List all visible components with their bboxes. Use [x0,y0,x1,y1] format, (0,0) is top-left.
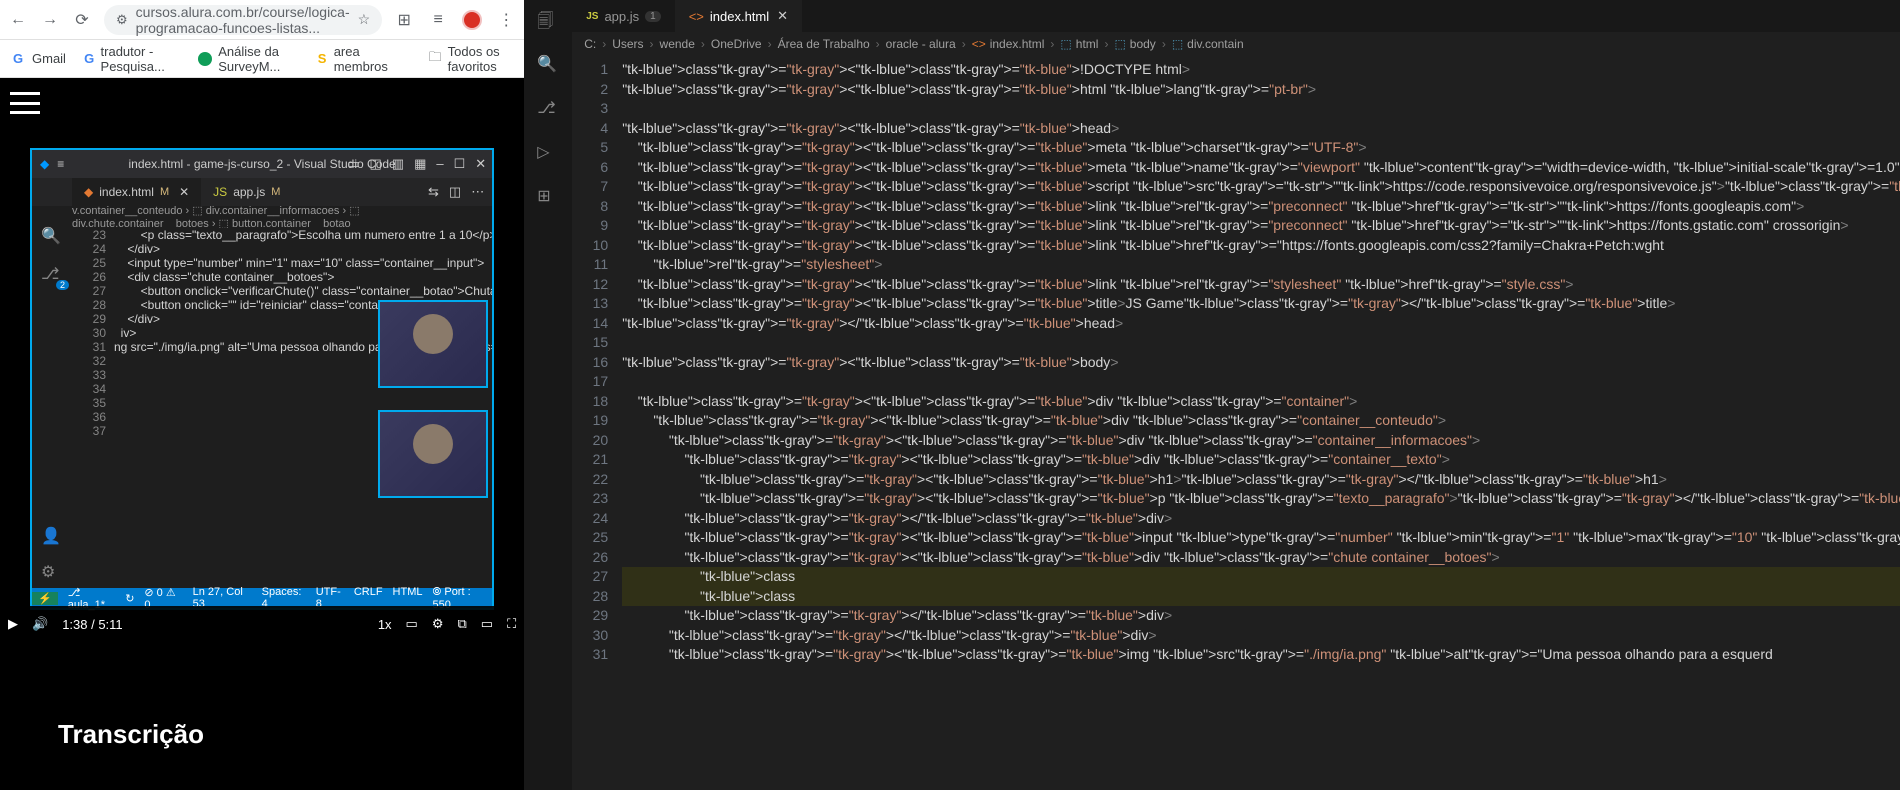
html-file-icon: <> [972,37,986,51]
extension-red-icon[interactable] [462,10,482,30]
layout-icon-3[interactable]: ▥ [392,156,404,172]
sync-icon[interactable]: ↻ [125,592,134,605]
page-content: ◆ ≡ index.html - game-js-curso_2 - Visua… [0,78,524,790]
code-content: "tk-lblue">class"tk-gray">="tk-gray"><"t… [622,56,1900,790]
layout-icon-4[interactable]: ▦ [414,156,426,172]
vscode-code-editor[interactable]: 1234567891011121314151617181920212223242… [572,56,1900,790]
html-file-icon: ◆ [84,185,93,199]
extensions-icon[interactable]: ⊞ [394,10,414,30]
line-gutter: 232425262728293031323334353637 [72,228,114,588]
pip-icon[interactable]: ⧉ [458,616,467,632]
folder-icon: 🗀 [429,51,442,67]
chrome-menu-icon[interactable]: ⋮ [496,10,516,30]
editor-tabs: ◆ index.html M ✕ JS app.js M ⇆ ◫ ⋯ [32,178,492,206]
bookmarks-bar: GGmail Gtradutor - Pesquisa... Análise d… [0,40,524,78]
video-controls: ▶ 🔊 1:38 / 5:11 1x ▭ ⚙ ⧉ ▭ ⛶ [0,606,524,642]
js-file-icon: JS [586,11,598,22]
close-tab-icon[interactable]: ✕ [777,8,788,24]
bookmark-analise[interactable]: Análise da SurveyM... [198,44,298,74]
forward-button[interactable]: → [40,10,60,30]
code-editor[interactable]: 232425262728293031323334353637 <p class=… [32,228,492,588]
address-bar[interactable]: ⚙ cursos.alura.com.br/course/logica-prog… [104,5,382,35]
captions-icon[interactable]: ▭ [406,616,418,632]
playback-speed[interactable]: 1x [378,617,392,632]
tab-index-html[interactable]: ◆ index.html M ✕ [72,178,201,206]
layout-icon-2[interactable]: ◫ [370,156,382,172]
vscode-breadcrumb[interactable]: C:› Users› wende› OneDrive› Área de Trab… [572,32,1900,56]
element-icon: ⬚ [1060,37,1071,51]
bookmark-gmail[interactable]: GGmail [10,51,66,67]
tab-badge: 1 [645,11,661,22]
chrome-window: ← → ⟳ ⚙ cursos.alura.com.br/course/logic… [0,0,524,790]
js-file-icon: JS [213,185,227,199]
explorer-icon[interactable]: 🗐 [537,10,559,32]
bookmark-area[interactable]: Sarea membros [316,44,392,74]
line-numbers: 1234567891011121314151617181920212223242… [572,56,622,790]
volume-icon[interactable]: 🔊 [32,616,48,632]
source-control-icon[interactable]: ⎇ [537,98,559,120]
video-player[interactable]: ◆ ≡ index.html - game-js-curso_2 - Visua… [30,148,494,610]
split-icon[interactable]: ◫ [449,184,461,200]
settings-icon[interactable]: ⚙ [432,616,444,632]
vscode-titlebar: ◆ ≡ index.html - game-js-curso_2 - Visua… [32,150,492,178]
transcription-heading: Transcrição [58,719,204,750]
maximize-icon[interactable]: ☐ [454,156,466,172]
fullscreen-icon[interactable]: ⛶ [507,616,516,632]
vscode-window: 🗐 🔍 ⎇ ▷ ⊞ JS app.js 1 <> index.html ✕ ◫ … [524,0,1900,790]
reload-button[interactable]: ⟳ [72,10,92,30]
theater-icon[interactable]: ▭ [481,616,493,632]
close-icon[interactable]: ✕ [475,156,486,172]
toolbar-menu-icon[interactable]: ≡ [57,157,64,171]
vscode-editor-group: JS app.js 1 <> index.html ✕ ◫ ⋯ C:› User… [572,0,1900,790]
status-bar: ⚡ ⎇ aula_1* ↻ ⊘ 0 ⚠ 0 Ln 27, Col 53 Spac… [32,588,492,608]
url-text: cursos.alura.com.br/course/logica-progra… [136,4,350,36]
layout-icon[interactable]: ▭ [347,156,359,172]
bookmark-tradutor[interactable]: Gtradutor - Pesquisa... [84,44,180,74]
menu-hamburger-icon[interactable] [10,92,40,114]
vscode-activity-bar: 🗐 🔍 ⎇ ▷ ⊞ [524,0,572,790]
more-icon[interactable]: ⋯ [471,184,484,200]
reading-list-icon[interactable]: ≡ [428,10,448,30]
webcam-instructor-2 [378,410,488,498]
webcam-instructor-1 [378,300,488,388]
html-file-icon: <> [689,9,704,24]
run-debug-icon[interactable]: ▷ [537,142,559,164]
play-icon[interactable]: ▶ [8,616,18,632]
remote-icon[interactable]: ⚡ [32,592,58,605]
tab-app-js[interactable]: JS app.js 1 [572,0,675,32]
compare-icon[interactable]: ⇆ [428,184,439,200]
code-lines: <p class="texto__paragrafo">Escolha um n… [114,228,492,588]
minimize-icon[interactable]: – [436,156,443,172]
search-icon[interactable]: 🔍 [537,54,559,76]
element-icon: ⬚ [1172,37,1183,51]
tab-index-html[interactable]: <> index.html ✕ [675,0,802,32]
site-settings-icon[interactable]: ⚙ [116,12,128,28]
element-icon: ⬚ [1114,37,1125,51]
bookmark-todos[interactable]: 🗀Todos os favoritos [429,44,515,74]
star-icon[interactable]: ☆ [358,11,371,28]
extensions-icon[interactable]: ⊞ [537,186,559,208]
vscode-logo-icon: ◆ [40,157,49,171]
vscode-tabs: JS app.js 1 <> index.html ✕ ◫ ⋯ [572,0,1900,32]
breadcrumb[interactable]: v.container__conteudo › ⬚ div.container_… [32,206,492,228]
close-tab-icon[interactable]: ✕ [179,185,189,199]
tab-app-js[interactable]: JS app.js M [201,178,292,206]
video-time: 1:38 / 5:11 [62,617,122,632]
back-button[interactable]: ← [8,10,28,30]
extensions-area: ⊞ ≡ ⋮ [394,10,516,30]
chrome-toolbar: ← → ⟳ ⚙ cursos.alura.com.br/course/logic… [0,0,524,40]
